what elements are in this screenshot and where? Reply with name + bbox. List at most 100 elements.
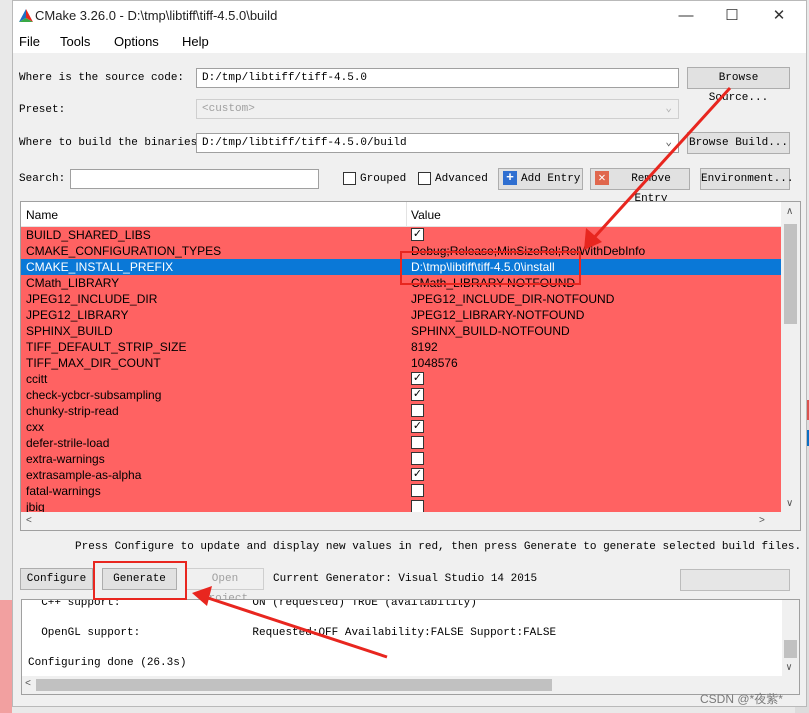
row-value-checkbox[interactable] <box>411 452 424 465</box>
close-button[interactable]: ✕ <box>756 1 802 31</box>
row-value[interactable]: SPHINX_BUILD-NOTFOUND <box>411 323 570 339</box>
add-entry-button[interactable]: + Add Entry <box>498 168 583 190</box>
row-name: TIFF_MAX_DIR_COUNT <box>26 356 161 370</box>
column-header-value[interactable]: Value <box>411 208 441 222</box>
table-row[interactable]: BUILD_SHARED_LIBS ✓ <box>21 227 781 243</box>
row-name: JPEG12_INCLUDE_DIR <box>26 292 158 306</box>
output-line: C++ support: ON (requested) TRUE (availa… <box>28 599 477 609</box>
row-value-checkbox[interactable]: ✓ <box>411 468 424 481</box>
menu-options[interactable]: Options <box>114 34 159 49</box>
menu-help[interactable]: Help <box>182 34 209 49</box>
row-value-checkbox[interactable] <box>411 484 424 497</box>
watermark: CSDN @*夜紫* <box>700 692 783 706</box>
scroll-up-icon[interactable]: ∧ <box>786 206 793 217</box>
row-value-checkbox[interactable]: ✓ <box>411 372 424 385</box>
row-value[interactable]: JPEG12_INCLUDE_DIR-NOTFOUND <box>411 291 614 307</box>
chevron-down-icon: ⌄ <box>665 103 672 115</box>
open-project-button: Open Project <box>186 568 264 605</box>
row-value-checkbox[interactable]: ✓ <box>411 388 424 401</box>
plus-icon: + <box>503 171 517 185</box>
row-value[interactable]: JPEG12_LIBRARY-NOTFOUND <box>411 307 584 323</box>
output-vertical-scrollbar[interactable]: ∨ <box>782 600 799 676</box>
environment-button[interactable]: Environment... <box>700 168 793 190</box>
row-name: extra-warnings <box>26 452 105 466</box>
scroll-left-icon[interactable]: < <box>26 515 32 526</box>
current-generator-label: Current Generator: Visual Studio 14 2015 <box>273 573 538 585</box>
build-path-value: D:/tmp/libtiff/tiff-4.5.0/build <box>202 137 407 149</box>
table-row[interactable]: JPEG12_INCLUDE_DIR JPEG12_INCLUDE_DIR-NOT… <box>21 291 781 307</box>
table-row[interactable]: SPHINX_BUILD SPHINX_BUILD-NOTFOUND <box>21 323 781 339</box>
maximize-button[interactable]: ☐ <box>709 1 755 31</box>
minimize-button[interactable]: — <box>663 1 709 31</box>
source-label: Where is the source code: <box>19 72 185 84</box>
row-name: TIFF_DEFAULT_STRIP_SIZE <box>26 340 187 354</box>
table-row[interactable]: JPEG12_LIBRARY JPEG12_LIBRARY-NOTFOUND <box>21 307 781 323</box>
configure-hint-text: Press Configure to update and display ne… <box>75 541 802 553</box>
table-horizontal-scrollbar[interactable]: < > <box>21 512 800 530</box>
table-vertical-scrollbar[interactable]: ∧ ∨ <box>781 202 800 512</box>
scroll-down-icon[interactable]: ∨ <box>786 662 792 674</box>
row-value-checkbox[interactable] <box>411 404 424 417</box>
table-row[interactable]: check-ycbcr-subsampling ✓ <box>21 387 781 403</box>
annotation-highlight-install-prefix <box>400 251 581 285</box>
table-row[interactable]: cxx ✓ <box>21 419 781 435</box>
row-value[interactable]: 1048576 <box>411 355 458 371</box>
grouped-checkbox[interactable] <box>343 172 356 185</box>
grouped-label: Grouped <box>360 173 407 185</box>
table-row[interactable]: extra-warnings <box>21 451 781 467</box>
column-divider <box>406 202 407 226</box>
row-name: extrasample-as-alpha <box>26 468 142 482</box>
browse-source-button[interactable]: Browse Source... <box>687 67 790 104</box>
scroll-thumb[interactable] <box>36 679 552 691</box>
output-line: Configuring done (26.3s) <box>28 657 187 669</box>
search-label: Search: <box>19 173 66 185</box>
source-path-input[interactable]: D:/tmp/libtiff/tiff-4.5.0 <box>196 68 679 88</box>
scroll-down-icon[interactable]: ∨ <box>786 498 793 509</box>
row-name: check-ycbcr-subsampling <box>26 388 162 402</box>
row-name: CMAKE_CONFIGURATION_TYPES <box>26 244 222 258</box>
chevron-down-icon[interactable]: ⌄ <box>665 134 672 152</box>
scroll-thumb[interactable] <box>784 640 797 658</box>
row-value-checkbox[interactable]: ✓ <box>411 420 424 433</box>
remove-entry-button[interactable]: ✕ Remove Entry <box>590 168 690 205</box>
row-name: BUILD_SHARED_LIBS <box>26 228 151 242</box>
row-name: ccitt <box>26 372 48 386</box>
table-row[interactable]: ccitt ✓ <box>21 371 781 387</box>
scroll-right-icon[interactable]: > <box>759 515 765 526</box>
table-row[interactable]: chunky-strip-read <box>21 403 781 419</box>
menu-file[interactable]: File <box>19 34 40 49</box>
row-value-checkbox[interactable] <box>411 436 424 449</box>
preset-select: <custom> ⌄ <box>196 99 679 119</box>
row-value-checkbox[interactable]: ✓ <box>411 228 424 241</box>
row-name: CMath_LIBRARY <box>26 276 120 290</box>
cmake-logo-icon <box>19 9 33 22</box>
table-row[interactable]: TIFF_DEFAULT_STRIP_SIZE 8192 <box>21 339 781 355</box>
table-row[interactable]: fatal-warnings <box>21 483 781 499</box>
output-horizontal-scrollbar[interactable]: < <box>22 676 799 694</box>
search-input[interactable] <box>70 169 319 189</box>
table-row[interactable]: TIFF_MAX_DIR_COUNT 1048576 <box>21 355 781 371</box>
row-name: SPHINX_BUILD <box>26 324 113 338</box>
background-window-left <box>0 600 12 713</box>
build-path-input[interactable]: D:/tmp/libtiff/tiff-4.5.0/build ⌄ <box>196 133 679 153</box>
table-row[interactable]: defer-strile-load <box>21 435 781 451</box>
preset-value: <custom> <box>202 103 255 115</box>
row-name: chunky-strip-read <box>26 404 119 418</box>
remove-icon: ✕ <box>595 171 609 185</box>
output-log[interactable]: C++ support: ON (requested) TRUE (availa… <box>21 599 800 695</box>
table-row[interactable]: extrasample-as-alpha ✓ <box>21 467 781 483</box>
configure-button[interactable]: Configure <box>20 568 93 590</box>
advanced-checkbox[interactable] <box>418 172 431 185</box>
row-value[interactable]: 8192 <box>411 339 438 355</box>
scroll-thumb[interactable] <box>784 224 797 324</box>
output-line: OpenGL support: Requested:OFF Availabili… <box>28 627 557 639</box>
add-entry-label: Add Entry <box>521 173 581 185</box>
scroll-left-icon[interactable]: < <box>25 679 31 690</box>
column-header-name[interactable]: Name <box>26 208 58 222</box>
browse-build-button[interactable]: Browse Build... <box>687 132 790 154</box>
row-name: cxx <box>26 420 44 434</box>
row-name: defer-strile-load <box>26 436 110 450</box>
row-name: fatal-warnings <box>26 484 101 498</box>
progress-bar <box>680 569 790 591</box>
menu-tools[interactable]: Tools <box>60 34 90 49</box>
